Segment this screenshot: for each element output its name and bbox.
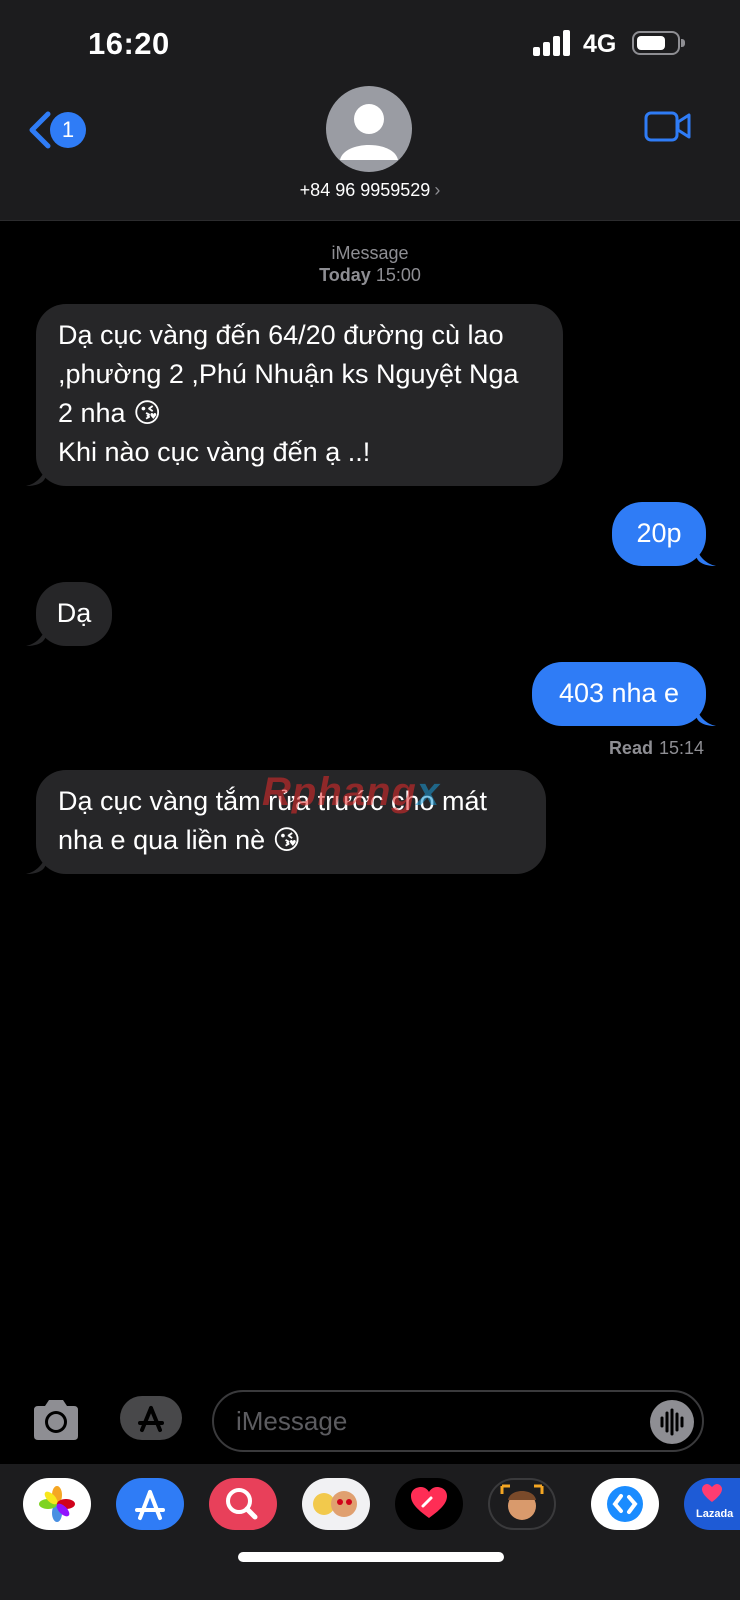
home-indicator[interactable] — [238, 1552, 504, 1562]
shazam-glyph — [607, 1486, 643, 1522]
memoji-icon[interactable] — [488, 1478, 556, 1530]
contact-name[interactable]: +84 96 9959529 › — [0, 180, 740, 201]
read-time: 15:14 — [658, 738, 704, 758]
chevron-right-icon: › — [434, 180, 441, 200]
message-text: Dạ cục vàng đến 64/20 đường cù lao ,phườ… — [58, 320, 519, 467]
bubble-tail — [26, 466, 46, 486]
bubble-tail — [696, 546, 716, 566]
read-receipt: Read 15:14 — [609, 738, 704, 759]
digital-touch-icon[interactable] — [395, 1478, 463, 1530]
timestamp-time: 15:00 — [375, 265, 421, 285]
audio-message-button[interactable] — [650, 1400, 694, 1444]
message-bubble[interactable]: Dạ — [36, 582, 112, 646]
memoji-stickers-icon[interactable] — [302, 1478, 370, 1530]
battery-icon — [632, 31, 685, 55]
back-button[interactable]: 1 — [26, 108, 96, 154]
app-store-icon[interactable] — [116, 1478, 184, 1530]
app-store-glyph — [135, 1490, 165, 1520]
message-bubble[interactable]: 403 nha e — [532, 662, 706, 726]
timestamp-day: Today — [319, 265, 371, 285]
conversation-header: 1 +84 96 9959529 › — [0, 84, 740, 221]
video-call-icon[interactable] — [644, 108, 692, 144]
read-label: Read — [608, 738, 653, 758]
message-text: 403 nha e — [558, 678, 680, 708]
message-input-placeholder: iMessage — [236, 1406, 348, 1436]
photos-icon[interactable] — [23, 1478, 91, 1530]
bubble-tail — [26, 854, 46, 874]
app-store-button[interactable] — [120, 1396, 182, 1440]
compose-bar: iMessage — [0, 1390, 740, 1454]
network-label: 4G — [583, 30, 617, 58]
message-bubble[interactable]: Dạ cục vàng đến 64/20 đường cù lao ,phườ… — [36, 304, 563, 486]
search-images-icon[interactable] — [209, 1478, 277, 1530]
heart-glyph — [411, 1487, 447, 1518]
shazam-icon[interactable] — [591, 1478, 659, 1530]
faces-glyph — [313, 1491, 357, 1517]
conversation-meta: iMessage Today 15:00 — [0, 242, 740, 286]
watermark: Rphangx — [262, 770, 440, 815]
photos-flower — [39, 1486, 75, 1522]
signal-icon — [533, 30, 573, 56]
memoji-face-glyph — [500, 1484, 544, 1520]
app-store-icon — [138, 1406, 164, 1432]
status-bar: 16:20 4G — [0, 0, 740, 84]
service-label: iMessage — [331, 243, 409, 263]
bubble-tail — [26, 626, 46, 646]
contact-avatar[interactable] — [326, 86, 412, 172]
contact-number: +84 96 9959529 — [299, 180, 431, 200]
message-input[interactable]: iMessage — [212, 1390, 704, 1452]
message-text: Dạ — [56, 598, 92, 628]
watermark-text-teal: x — [416, 770, 441, 814]
message-bubble[interactable]: 20p — [612, 502, 706, 566]
lazada-heart-glyph — [702, 1484, 722, 1502]
person-icon — [340, 104, 398, 160]
lazada-label: Lazada — [696, 1508, 734, 1520]
timestamp: Today 15:00 — [0, 264, 740, 286]
bubble-tail — [696, 706, 716, 726]
unread-badge: 1 — [50, 112, 86, 148]
message-text: 20p — [636, 518, 682, 548]
camera-icon[interactable] — [30, 1398, 82, 1442]
waveform-icon — [660, 1408, 684, 1436]
watermark-text-red: Rphang — [262, 770, 417, 814]
magnifier-glyph — [226, 1488, 258, 1520]
app-drawer: Lazada — [0, 1464, 740, 1600]
lazada-icon[interactable]: Lazada — [684, 1478, 740, 1530]
status-time: 16:20 — [88, 26, 170, 61]
